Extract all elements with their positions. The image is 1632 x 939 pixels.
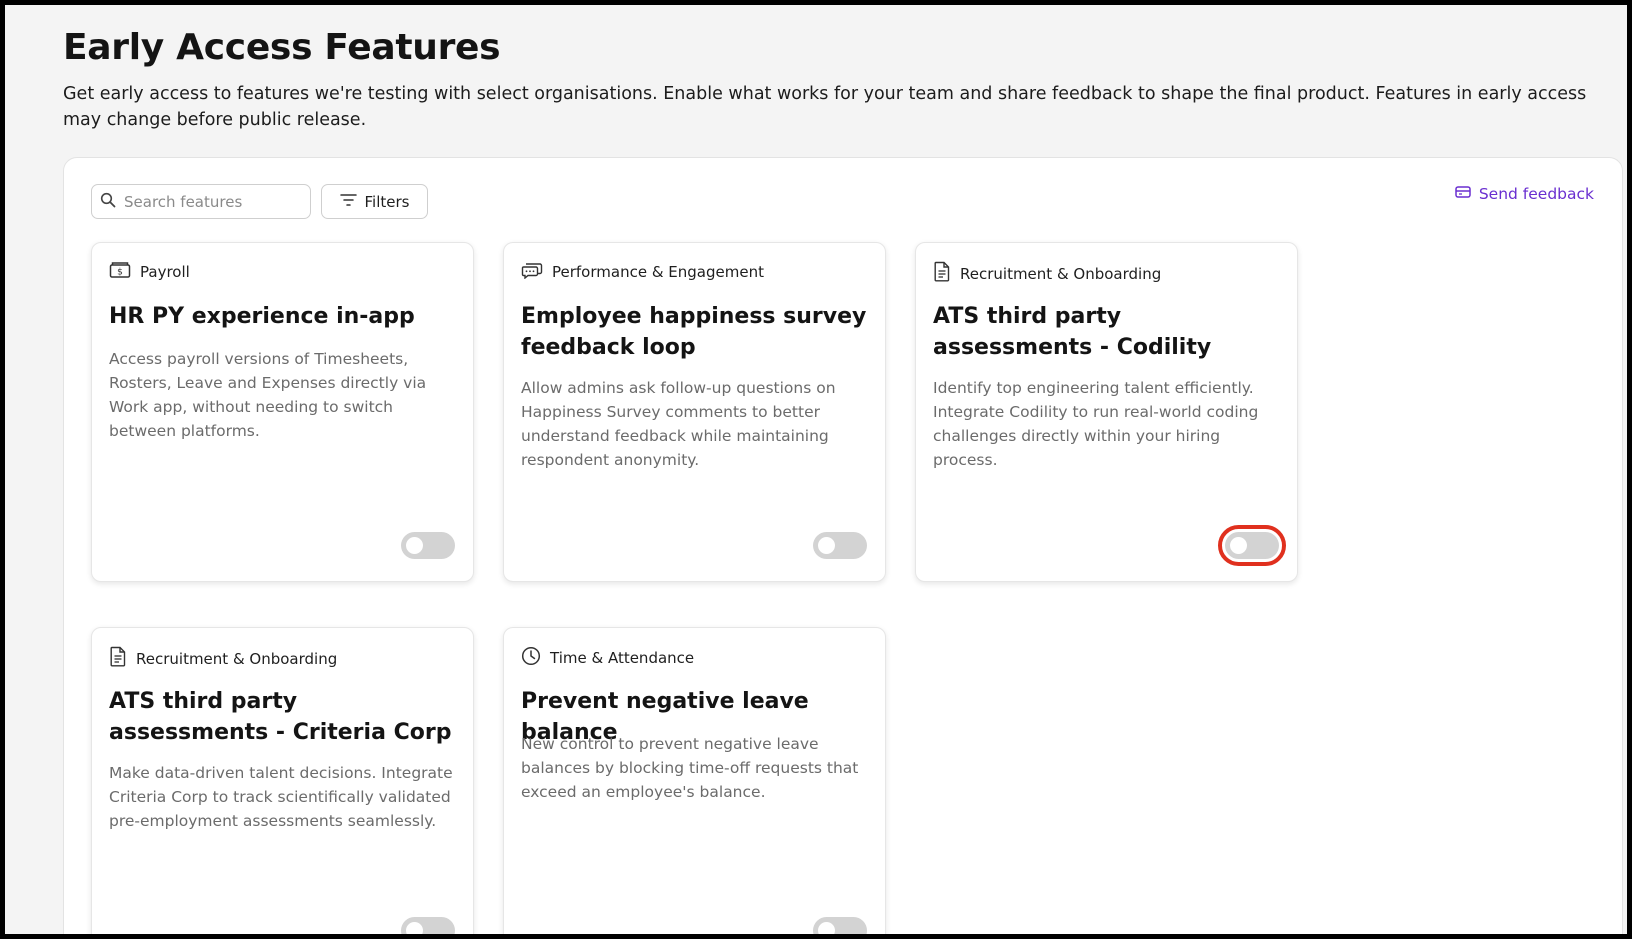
feature-card: Recruitment & Onboarding ATS third party…: [915, 242, 1298, 582]
card-description: New control to prevent negative leave ba…: [521, 735, 859, 801]
card-category-label: Performance & Engagement: [552, 263, 764, 281]
svg-text:$: $: [117, 268, 123, 278]
card-description: Make data-driven talent decisions. Integ…: [109, 764, 453, 830]
page-description: Get early access to features we're testi…: [63, 84, 1587, 130]
card-category-label: Recruitment & Onboarding: [960, 264, 1162, 283]
feature-toggle[interactable]: [401, 917, 455, 934]
app-frame: Early Access Features Get early access t…: [5, 5, 1627, 934]
feedback-icon: [1455, 185, 1471, 203]
feature-card: Recruitment & Onboarding ATS third party…: [91, 627, 474, 934]
toggle-knob: [818, 537, 835, 554]
card-category-label: Time & Attendance: [550, 649, 695, 667]
card-title: HR PY experience in-app: [109, 304, 415, 329]
filters-button[interactable]: Filters: [321, 184, 428, 219]
card-description: Allow admins ask follow-up questions on …: [521, 379, 836, 469]
card-title: Employee happiness survey feedback loop: [521, 304, 867, 360]
search-box[interactable]: [91, 184, 311, 219]
search-input[interactable]: [124, 192, 304, 211]
feature-card: Performance & Engagement Employee happin…: [503, 242, 886, 582]
card-category: Recruitment & Onboarding: [109, 646, 337, 671]
toggle-knob: [406, 922, 423, 934]
send-feedback-link[interactable]: Send feedback: [1455, 185, 1594, 203]
card-category: Recruitment & Onboarding: [933, 261, 1161, 286]
chat-bubble-icon: [521, 261, 543, 283]
card-description: Access payroll versions of Timesheets, R…: [109, 350, 427, 440]
search-icon: [100, 192, 116, 212]
feature-card: $ Payroll HR PY experience in-app Access…: [91, 242, 474, 582]
send-feedback-label: Send feedback: [1478, 185, 1594, 203]
feature-toggle[interactable]: [813, 917, 867, 934]
toggle-knob: [1230, 537, 1247, 554]
clock-icon: [521, 646, 541, 670]
feature-toggle[interactable]: [1218, 525, 1286, 566]
toggle-knob: [818, 922, 835, 934]
card-category: $ Payroll: [109, 261, 190, 283]
card-category-label: Payroll: [140, 263, 190, 281]
feature-toggle[interactable]: [401, 532, 455, 559]
card-description: Identify top engineering talent efficien…: [933, 379, 1259, 469]
features-panel: Filters Send feedback $ Payroll HR PY ex…: [63, 157, 1623, 934]
card-category: Time & Attendance: [521, 646, 694, 670]
page-title: Early Access Features: [63, 27, 501, 68]
document-icon: [933, 261, 951, 286]
card-title: ATS third party assessments - Codility: [933, 304, 1212, 360]
toggle-knob: [406, 537, 423, 554]
document-icon: [109, 646, 127, 671]
feature-toggle[interactable]: [813, 532, 867, 559]
filter-icon: [339, 193, 357, 211]
feature-card: Time & Attendance Prevent negative leave…: [503, 627, 886, 934]
payroll-cash-icon: $: [109, 261, 131, 283]
card-title: ATS third party assessments - Criteria C…: [109, 689, 452, 745]
filters-label: Filters: [364, 192, 410, 211]
card-category: Performance & Engagement: [521, 261, 764, 283]
card-category-label: Recruitment & Onboarding: [136, 649, 338, 668]
